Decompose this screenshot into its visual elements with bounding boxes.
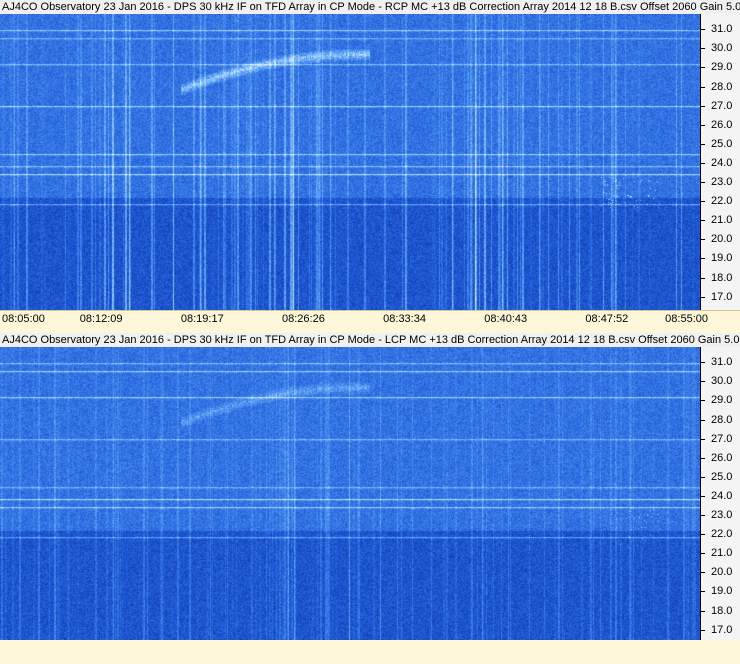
spectrogram-panel-lcp: AJ4CO Observatory 23 Jan 2016 - DPS 30 k… <box>0 333 740 643</box>
x-tick-label: 08:55:00 <box>665 313 708 325</box>
spectrogram-heatmap <box>0 347 700 643</box>
x-tick-label: 08:33:34 <box>383 313 426 325</box>
bottom-strip <box>0 640 740 664</box>
x-tick-label: 08:12:09 <box>79 313 123 325</box>
x-tick-label: 08:26:26 <box>282 313 325 325</box>
panel-title: AJ4CO Observatory 23 Jan 2016 - DPS 30 k… <box>0 333 740 347</box>
x-tick-label: 08:47:52 <box>585 313 629 325</box>
frequency-axis: 31.0 30.0 29.0 28.0 27.0 26.0 25.0 24.0 23.0 22.0… <box>700 347 740 643</box>
frequency-axis: 31.0 30.0 29.0 28.0 27.0 26.0 25.0 24.0 23.0 22.0… <box>700 14 740 310</box>
time-axis: 08:05:00 08:12:09 08:19:17 08:26:26 08:33:34… <box>0 310 740 326</box>
spectrogram-plot <box>0 347 700 643</box>
spectrogram-panel-rcp: AJ4CO Observatory 23 Jan 2016 - DPS 30 k… <box>0 0 740 326</box>
x-tick-label: 08:40:43 <box>484 313 528 325</box>
x-tick-label: 08:05:00 <box>2 313 45 325</box>
spectrogram-heatmap <box>0 14 700 310</box>
panel-title: AJ4CO Observatory 23 Jan 2016 - DPS 30 k… <box>0 0 740 14</box>
spectrogram-plot <box>0 14 700 310</box>
x-tick-label: 08:19:17 <box>180 313 224 325</box>
